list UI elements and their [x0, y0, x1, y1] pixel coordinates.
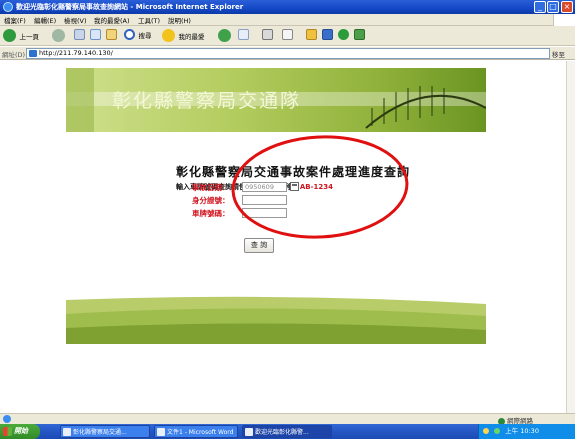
print-icon	[262, 29, 273, 40]
search-button[interactable]: 搜尋	[124, 29, 152, 43]
page-icon	[29, 50, 37, 57]
back-button[interactable]: 上一頁	[3, 29, 39, 43]
back-label: 上一頁	[19, 32, 40, 41]
id-number-label: 身分證號：	[192, 196, 230, 205]
plate-number-input[interactable]	[242, 208, 287, 218]
task-label: 歡迎光臨彰化縣警...	[255, 429, 309, 436]
home-icon	[106, 29, 117, 40]
discuss-button[interactable]	[322, 29, 333, 43]
close-button[interactable]: ×	[561, 1, 573, 13]
window-titlebar: 歡迎光臨彰化縣警察局事故查詢網站 - Microsoft Internet Ex…	[0, 0, 575, 14]
menu-file[interactable]: 檔案(F)	[4, 15, 26, 25]
folder-icon	[306, 29, 317, 40]
folder-button[interactable]	[306, 29, 317, 43]
messenger-icon	[338, 29, 349, 40]
favorites-button[interactable]: 我的最愛	[162, 29, 205, 43]
page-content: 彰化縣警察局交通隊 彰化縣警察局交通事故案件處理進度查詢 輸入車牌號碼查詢請使用…	[0, 61, 566, 413]
footer-wave-illustration	[66, 294, 486, 344]
menu-view[interactable]: 檢視(V)	[64, 15, 87, 25]
window-title: 歡迎光臨彰化縣警察局事故查詢網站 - Microsoft Internet Ex…	[16, 3, 244, 11]
menu-bar: 檔案(F) 編輯(E) 檢視(V) 我的最愛(A) 工具(T) 說明(H)	[0, 14, 575, 26]
ie-task-icon	[245, 428, 253, 436]
accident-date-label: 事故日期：	[192, 183, 230, 192]
taskbar-item-word[interactable]: 文件1 - Microsoft Word	[154, 425, 238, 438]
stop-icon	[74, 29, 85, 40]
edit-button[interactable]	[282, 29, 293, 43]
favorites-label: 我的最愛	[178, 32, 205, 41]
address-bar: 網址(D) http://211.79.140.130/ 移至	[0, 47, 575, 60]
page-done-icon	[3, 415, 11, 423]
menu-help[interactable]: 說明(H)	[168, 15, 191, 25]
print-button[interactable]	[262, 29, 273, 43]
plate-number-label: 車牌號碼：	[192, 209, 230, 218]
ie-task-icon	[63, 428, 71, 436]
banner-title: 彰化縣警察局交通隊	[112, 90, 302, 112]
home-button[interactable]	[106, 29, 117, 43]
windows-flag-icon	[3, 427, 12, 436]
start-label: 開始	[14, 427, 28, 435]
start-button[interactable]: 開始	[0, 424, 40, 439]
tray-icon[interactable]	[483, 428, 489, 434]
windows-logo-icon	[553, 14, 575, 26]
back-arrow-icon	[3, 29, 16, 42]
address-url: http://211.79.140.130/	[39, 49, 113, 57]
forward-button[interactable]	[52, 29, 65, 43]
messenger-button[interactable]	[338, 29, 349, 43]
favorites-star-icon	[162, 29, 175, 42]
status-bar: 網際網路	[0, 413, 575, 425]
refresh-icon	[90, 29, 101, 40]
query-button[interactable]: 查 詢	[244, 238, 274, 253]
minimize-button[interactable]: _	[534, 1, 546, 13]
vertical-scrollbar[interactable]	[566, 61, 575, 413]
research-icon	[354, 29, 365, 40]
search-label: 搜尋	[138, 31, 152, 40]
refresh-button[interactable]	[90, 29, 101, 43]
hint-example: AB-1234	[299, 183, 334, 191]
task-label: 文件1 - Microsoft Word	[167, 429, 234, 436]
mail-icon	[238, 29, 249, 40]
go-button[interactable]: 移至	[552, 49, 565, 59]
word-task-icon	[157, 428, 165, 436]
taskbar-item-ie-police[interactable]: 彰化縣警察局交通...	[60, 425, 150, 438]
id-number-input[interactable]	[242, 195, 287, 205]
mail-button[interactable]	[238, 29, 249, 43]
research-button[interactable]	[354, 29, 365, 43]
system-tray: 上午 10:30	[478, 424, 575, 439]
menu-favorites[interactable]: 我的最愛(A)	[94, 15, 130, 25]
address-label: 網址(D)	[2, 51, 26, 59]
edit-icon	[282, 29, 293, 40]
menu-edit[interactable]: 編輯(E)	[34, 15, 56, 25]
taskbar: 開始 彰化縣警察局交通... 文件1 - Microsoft Word 歡迎光臨…	[0, 424, 575, 439]
footer-banner	[66, 294, 486, 344]
history-icon	[218, 29, 231, 42]
page-title: 彰化縣警察局交通事故案件處理進度查詢	[176, 165, 411, 179]
search-icon	[124, 29, 135, 40]
history-button[interactable]	[218, 29, 231, 43]
address-input[interactable]: http://211.79.140.130/	[26, 48, 550, 59]
tray-icon[interactable]	[494, 428, 501, 434]
forward-arrow-icon	[52, 29, 65, 42]
toolbar: 上一頁 搜尋 我的最愛	[0, 26, 575, 46]
stop-button[interactable]	[74, 29, 85, 43]
header-banner: 彰化縣警察局交通隊	[66, 68, 486, 132]
discuss-icon	[322, 29, 333, 40]
menu-tools[interactable]: 工具(T)	[138, 15, 160, 25]
internet-explorer-icon	[3, 2, 13, 12]
accident-date-input[interactable]	[242, 182, 287, 192]
task-label: 彰化縣警察局交通...	[73, 429, 127, 436]
taskbar-item-ie-active[interactable]: 歡迎光臨彰化縣警...	[242, 425, 332, 438]
clock: 上午 10:30	[505, 427, 539, 435]
calendar-icon[interactable]	[290, 182, 299, 191]
maximize-button[interactable]: □	[547, 1, 559, 13]
